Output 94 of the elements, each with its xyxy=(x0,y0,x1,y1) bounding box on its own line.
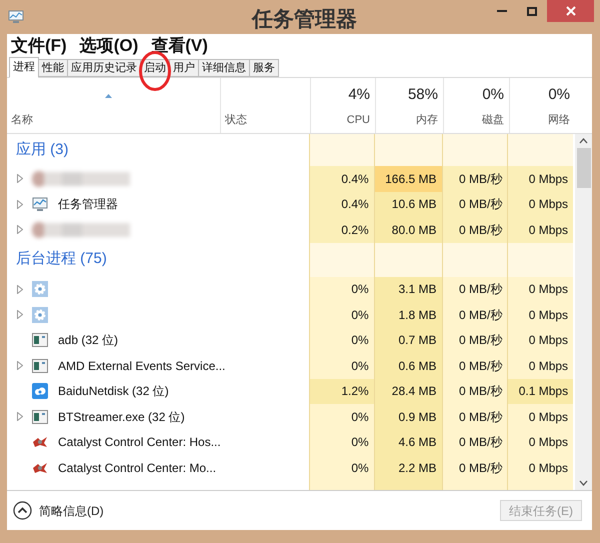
window-title: 任务管理器 xyxy=(252,7,357,33)
usage-cell: 0 MB/秒 xyxy=(442,430,508,455)
menu-item[interactable]: 文件(F) xyxy=(11,34,67,58)
tab[interactable]: 用户 xyxy=(170,59,199,77)
usage-cell: 0 MB/秒 xyxy=(442,217,508,242)
usage-cell: 0 MB/秒 xyxy=(442,328,508,353)
usage-cell: 0 MB/秒 xyxy=(442,455,508,480)
process-name: Catalyst Control Center: Hos... xyxy=(58,434,221,452)
cloud-icon xyxy=(32,383,48,400)
process-name: BTStreamer.exe (32 位) xyxy=(58,408,185,426)
tab[interactable]: 性能 xyxy=(39,59,68,77)
usage-cell: 166.5 MB xyxy=(374,166,442,192)
usage-cell: 10.6 MB xyxy=(374,192,442,217)
usage-cell: 0 Mbps xyxy=(507,455,574,480)
tab[interactable]: 服务 xyxy=(250,59,279,77)
column-header[interactable]: 0% 网络 xyxy=(509,78,575,133)
column-header[interactable]: 58% 内存 xyxy=(375,78,443,133)
app-icon xyxy=(8,10,24,24)
process-name: adb (32 位) xyxy=(58,332,118,350)
usage-cell: 0.9 MB xyxy=(374,404,442,430)
usage-cell: 0 MB/秒 xyxy=(442,353,508,378)
expand-arrow-icon[interactable] xyxy=(16,310,22,320)
monitor-chart-icon xyxy=(32,196,48,212)
usage-cell: 0.7 MB xyxy=(374,328,442,353)
usage-cell: 0 MB/秒 xyxy=(442,302,508,328)
usage-cell: 0 Mbps xyxy=(507,302,574,328)
process-name: 任务管理器 xyxy=(58,196,118,214)
tab[interactable]: 进程 xyxy=(9,57,39,78)
tab[interactable]: 详细信息 xyxy=(199,59,250,77)
column-header[interactable]: 0% 磁盘 xyxy=(443,78,509,133)
close-button[interactable] xyxy=(547,0,594,22)
menu-item[interactable]: 选项(O) xyxy=(80,34,138,58)
program-window-icon xyxy=(32,358,48,373)
process-name: BaiduNetdisk (32 位) xyxy=(58,383,169,400)
column-header[interactable]: 状态 xyxy=(220,78,310,133)
expand-arrow-icon[interactable] xyxy=(16,200,22,209)
usage-cell: 0.4% xyxy=(308,192,374,217)
gear-icon xyxy=(32,281,48,298)
usage-cell: 0% xyxy=(308,302,374,328)
usage-cell: 0 MB/秒 xyxy=(442,276,508,302)
usage-cell: 0 Mbps xyxy=(507,404,574,430)
program-window-icon xyxy=(32,410,48,424)
sort-arrow-icon xyxy=(105,94,112,98)
chevron-up-icon xyxy=(13,501,32,520)
usage-cell: 0 Mbps xyxy=(507,430,574,455)
usage-cell: 80.0 MB xyxy=(374,217,442,242)
usage-cell: 0% xyxy=(308,276,374,302)
expand-arrow-icon[interactable] xyxy=(16,174,22,184)
process-name: AMD External Events Service... xyxy=(58,358,226,375)
group-title: 后台进程 (75) xyxy=(16,249,107,270)
usage-cell: 0.4% xyxy=(308,166,374,192)
usage-cell: 0.1 Mbps xyxy=(507,378,574,404)
usage-cell: 0 Mbps xyxy=(507,328,574,353)
usage-cell: 0.2% xyxy=(308,217,374,242)
group-title: 应用 (3) xyxy=(16,140,68,160)
usage-cell: 2.2 MB xyxy=(374,455,442,480)
catalyst-icon xyxy=(32,436,48,448)
column-header[interactable]: 4% CPU xyxy=(310,78,375,133)
program-window-icon xyxy=(32,333,48,348)
scrollbar-thumb[interactable] xyxy=(576,148,591,188)
usage-cell: 4.6 MB xyxy=(374,430,442,455)
usage-cell: 0 Mbps xyxy=(507,166,574,192)
usage-cell: 1.8 MB xyxy=(374,302,442,328)
usage-cell: 0% xyxy=(308,328,374,353)
expand-arrow-icon[interactable] xyxy=(16,412,22,422)
usage-cell: 0% xyxy=(308,430,374,455)
scroll-down-icon[interactable] xyxy=(579,480,588,486)
usage-cell: 0 Mbps xyxy=(507,353,574,378)
column-header[interactable]: 名称 xyxy=(7,78,220,133)
catalyst-icon xyxy=(32,462,48,474)
close-icon xyxy=(564,5,576,17)
usage-cell: 0 MB/秒 xyxy=(442,166,508,192)
usage-cell: 0% xyxy=(308,353,374,378)
usage-cell: 28.4 MB xyxy=(374,378,442,404)
usage-cell: 0.6 MB xyxy=(374,353,442,378)
expand-arrow-icon[interactable] xyxy=(16,284,22,294)
usage-cell: 0 MB/秒 xyxy=(442,192,508,217)
scrollbar[interactable] xyxy=(575,134,592,490)
usage-cell: 0% xyxy=(308,404,374,430)
usage-cell: 0 MB/秒 xyxy=(442,378,508,404)
usage-cell: 3.1 MB xyxy=(374,276,442,302)
usage-cell: 0 MB/秒 xyxy=(442,404,508,430)
usage-cell: 0 Mbps xyxy=(507,217,574,242)
process-name: Catalyst Control Center: Mo... xyxy=(58,460,216,477)
usage-cell: 0 Mbps xyxy=(507,192,574,217)
gear-icon xyxy=(32,306,48,323)
usage-cell: 1.2% xyxy=(308,378,374,404)
usage-cell: 0% xyxy=(308,455,374,480)
fewer-details-button[interactable]: 简略信息(D) xyxy=(13,501,104,520)
usage-cell: 0 Mbps xyxy=(507,276,574,302)
expand-arrow-icon[interactable] xyxy=(16,225,22,234)
scroll-up-icon[interactable] xyxy=(579,138,588,144)
expand-arrow-icon[interactable] xyxy=(16,361,22,370)
tab[interactable]: 应用历史记录 xyxy=(68,59,141,77)
